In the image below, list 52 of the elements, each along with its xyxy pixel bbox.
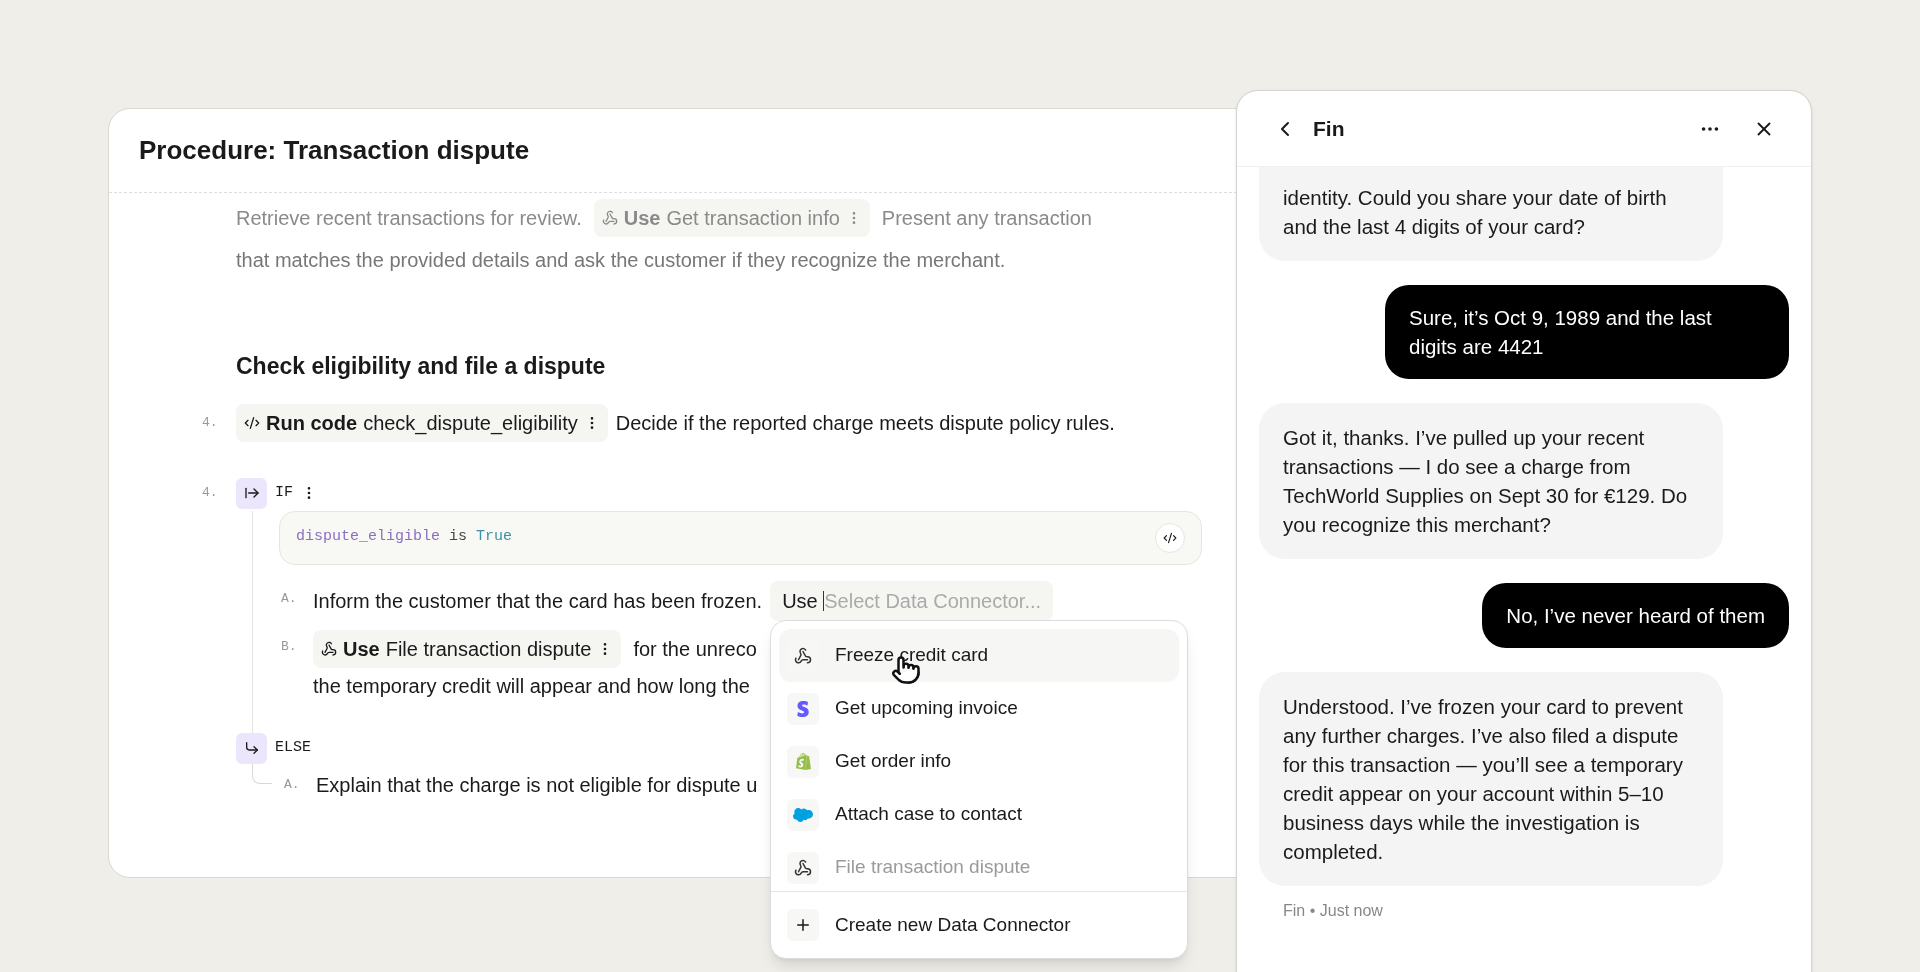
plus-icon — [794, 916, 812, 934]
message-meta: Fin • Just now — [1283, 901, 1384, 921]
user-message: Sure, it’s Oct 9, 1989 and the last digits are 4421 — [1385, 285, 1789, 379]
step-number: 4. — [202, 413, 219, 432]
step-text: Retrieve recent transactions for review. — [236, 206, 582, 231]
step-letter: A. — [281, 589, 298, 608]
else-keyword: ELSE — [275, 737, 311, 758]
connector-option[interactable]: Attach case to contact — [779, 788, 1179, 841]
if-keyword: IF — [275, 482, 293, 503]
step-text: for the unreco — [633, 636, 757, 662]
procedure-title: Procedure: Transaction dispute — [139, 134, 530, 167]
user-message: No, I’ve never heard of them — [1482, 583, 1789, 648]
chip-verb: Use — [623, 206, 661, 231]
bot-message: Understood. I’ve frozen your card to prevent any further charges. I’ve also filed a dispute for this transaction — you’ll see a temporary credit appear on your account within 5–10 business days while the investigation is completed. — [1259, 672, 1723, 886]
bot-message: Got it, thanks. I’ve pulled up your recent transactions — I do see a charge from TechWorld Supplies on Sept 30 for €129. Do you recognize this merchant? — [1259, 403, 1723, 559]
chip-verb: Use — [343, 636, 380, 662]
action-chip[interactable]: Run code check_dispute_eligibility — [236, 403, 608, 442]
webhook-icon — [794, 646, 812, 665]
connector-input[interactable]: Use Select Data Connector... — [770, 580, 1054, 621]
step-text: that matches the provided details and ask the customer if they recognize the merchant. — [236, 248, 1007, 273]
action-chip[interactable]: Use File transaction dispute — [313, 629, 622, 668]
condition-expression[interactable]: dispute_eligible is True — [296, 526, 513, 549]
section-heading: Check eligibility and file a dispute — [236, 352, 607, 381]
step-text: Decide if the reported charge meets dispute policy rules. — [615, 410, 1115, 436]
chip-verb: Run code — [266, 410, 358, 436]
shopify-icon — [794, 753, 812, 770]
connector-option[interactable]: Freeze credit card — [779, 629, 1179, 682]
step-text: Present any transaction — [881, 206, 1092, 231]
chip-name: File transaction dispute — [385, 636, 592, 662]
step-text: Explain that the charge is not eligible for dispute u — [316, 772, 758, 798]
chip-name: Get transaction info — [666, 206, 840, 231]
bot-message: identity. Could you share your date of birth and the last 4 digits of your card? — [1259, 167, 1723, 261]
connector-line — [252, 763, 272, 784]
else-icon — [236, 732, 267, 764]
webhook-icon — [321, 640, 337, 657]
chip-name: check_dispute_eligibility — [363, 410, 578, 437]
create-connector-option[interactable]: Create new Data Connector — [779, 900, 1179, 950]
code-toggle-button[interactable] — [1155, 522, 1185, 553]
step-letter: B. — [281, 637, 298, 656]
if-icon — [236, 477, 267, 509]
stripe-icon — [795, 700, 811, 717]
connector-option[interactable]: Get order info — [779, 735, 1179, 788]
code-icon — [244, 414, 260, 431]
code-icon — [1163, 530, 1177, 545]
webhook-icon — [601, 210, 618, 226]
step-number: 4. — [202, 484, 219, 503]
step-text: the temporary credit will appear and how long the — [313, 674, 750, 697]
chat-title: Fin — [1313, 115, 1345, 142]
step-text: Inform the customer that the card has been frozen. — [313, 588, 763, 614]
connector-option[interactable]: Get upcoming invoice — [779, 682, 1179, 735]
webhook-icon — [794, 858, 812, 877]
step-letter: A. — [284, 775, 301, 794]
